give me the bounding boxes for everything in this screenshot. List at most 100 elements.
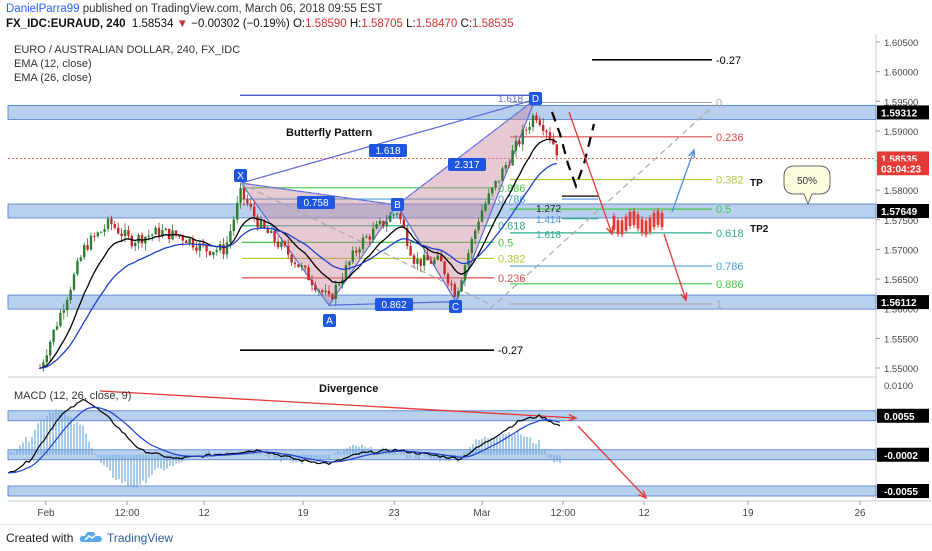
ratio-bd-label: 2.317 — [454, 160, 479, 171]
price-axis-badge-label: 1.57649 — [881, 207, 918, 218]
tp-label: TP — [750, 178, 763, 189]
macd-legend: MACD (12, 26, close, 9) — [14, 390, 131, 402]
candle-body — [334, 284, 337, 300]
candle-body — [45, 355, 48, 363]
candle-body — [368, 236, 371, 240]
tradingview-link[interactable]: TradingView — [107, 531, 173, 545]
candle-body — [110, 218, 113, 225]
candle-body — [89, 235, 93, 250]
point-d-label: D — [532, 94, 539, 105]
d-level-label: 1.618 — [498, 94, 523, 105]
candle-body — [446, 274, 450, 284]
candle-body — [372, 228, 375, 240]
candle-body — [222, 244, 225, 255]
created-with-label: Created with — [6, 531, 74, 545]
publish-line: DanielParra99 published on TradingView.c… — [6, 3, 382, 15]
candle-body — [273, 230, 276, 242]
candle-body — [86, 245, 89, 250]
point-x-label: X — [237, 171, 244, 182]
candle-body — [134, 242, 137, 247]
candle-body — [259, 220, 263, 228]
sr-zone-0 — [7, 105, 877, 120]
close-value: 1.58535 — [472, 18, 514, 30]
candle-body — [375, 224, 378, 229]
projected-candle-body — [616, 219, 620, 234]
candle-body — [419, 259, 422, 266]
candle-body — [338, 284, 341, 286]
candle-body — [154, 227, 157, 235]
proj-1414-label: 1.414 — [536, 215, 561, 226]
candle-body — [378, 220, 382, 225]
candle-body — [555, 144, 558, 156]
candle-body — [117, 227, 120, 234]
candle-body — [249, 203, 252, 207]
tp2-label: TP2 — [750, 224, 769, 235]
candle-body — [477, 221, 480, 231]
chart-header: DanielParra99 published on TradingView.c… — [0, 0, 932, 35]
candle-body — [215, 250, 218, 253]
candle-body — [484, 203, 487, 211]
candle-body — [130, 235, 133, 247]
high-value: 1.58705 — [361, 18, 403, 30]
candle-body — [232, 219, 235, 231]
price-axis-badge-label: 1.59312 — [881, 108, 918, 119]
projected-candle-body — [648, 217, 652, 232]
candle-body — [514, 140, 518, 151]
candle-body — [409, 245, 412, 256]
projected-candle-body — [656, 210, 660, 225]
candle-body — [304, 265, 307, 268]
left-fib-label-4: 0.382 — [498, 253, 526, 265]
candle-body — [127, 230, 130, 236]
candle-body — [225, 242, 229, 255]
candle-body — [525, 129, 528, 131]
right-fib-label-7: 0.886 — [716, 279, 744, 291]
candle-body — [331, 294, 334, 300]
candle-body — [76, 260, 79, 275]
macd-tick-label: 0.0100 — [884, 381, 913, 392]
ratio-ac-label: 0.862 — [381, 300, 406, 311]
candle-body — [508, 165, 511, 167]
candle-body — [361, 237, 365, 250]
candle-body — [545, 130, 548, 133]
right-fib-label-0: -0.27 — [716, 55, 741, 67]
candle-body — [348, 261, 351, 266]
candle-body — [416, 259, 419, 264]
divergence-label: Divergence — [319, 383, 378, 395]
time-tick-label: 12:00 — [550, 508, 575, 519]
time-tick-label: 26 — [854, 508, 866, 519]
candle-body — [453, 284, 456, 297]
chart-canvas[interactable]: 0.886 0.786 0.618 0.5 0.382 0.236 -0.27 -0.27 0 0… — [0, 34, 932, 524]
candle-body — [538, 120, 541, 126]
candle-body — [253, 206, 256, 217]
price-tick-label: 1.56500 — [884, 275, 918, 286]
candle-body — [528, 127, 531, 130]
price-tick-label: 1.55500 — [884, 334, 918, 345]
candle-body — [287, 245, 290, 255]
candle-body — [457, 291, 460, 297]
time-tick-label: 12:00 — [114, 508, 139, 519]
candle-body — [100, 231, 103, 233]
candle-body — [256, 216, 259, 228]
point-b-label: B — [394, 200, 401, 211]
candle-body — [440, 255, 443, 262]
candle-body — [389, 215, 392, 222]
candle-body — [283, 241, 286, 246]
projected-candle-body — [628, 211, 632, 226]
down-triangle-icon: ▼ — [176, 18, 189, 30]
candle-body — [433, 259, 436, 264]
candle-body — [412, 255, 416, 264]
candle-body — [66, 299, 69, 311]
time-tick-label: 23 — [388, 508, 400, 519]
time-tick-label: Mar — [473, 508, 491, 519]
candle-body — [535, 115, 538, 121]
price-tick-label: 1.57000 — [884, 245, 918, 256]
macd-zone-2 — [7, 485, 877, 497]
projected-candle-body — [640, 219, 644, 234]
price-tick-label: 1.55000 — [884, 364, 918, 375]
candle-body — [137, 234, 140, 243]
high-label: H: — [349, 18, 362, 30]
candle-body — [497, 180, 501, 182]
author-link[interactable]: DanielParra99 — [6, 3, 80, 15]
candle-body — [310, 280, 314, 286]
fifty-percent-label: 50% — [797, 176, 817, 187]
